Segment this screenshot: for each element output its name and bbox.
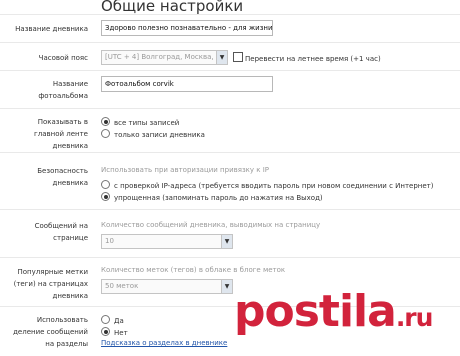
- divider: [0, 152, 460, 153]
- security-option-ip[interactable]: с проверкой IP-адреса (требуется вводить…: [101, 180, 433, 191]
- popular-tags-label-line1: Популярные метки: [17, 268, 88, 276]
- security-label-line2: дневника: [52, 179, 89, 187]
- postila-watermark-logo: postila.ru: [234, 286, 434, 337]
- divider: [0, 70, 460, 71]
- feed-label-line1: Показывать в: [37, 118, 88, 126]
- watermark-main: postila: [234, 286, 397, 337]
- divider: [0, 209, 460, 210]
- diary-name-label: Название дневника: [15, 25, 88, 33]
- popular-tags-hint: Количество меток (тегов) в облаке в блог…: [101, 266, 286, 274]
- page-title: Общие настройки: [101, 0, 244, 15]
- sections-label-line2: деление сообщений: [13, 328, 88, 336]
- timezone-selected-value: [UTC + 4] Волгоград, Москва,: [105, 53, 214, 61]
- timezone-label: Часовой пояс: [38, 54, 88, 62]
- dst-label: Перевести на летнее время (+1 час): [245, 55, 381, 63]
- album-name-label: Название фотоальбома: [0, 78, 88, 102]
- dst-checkbox[interactable]: [233, 52, 243, 62]
- security-option-label: с проверкой IP-адреса (требуется вводить…: [114, 182, 434, 190]
- security-option-simple[interactable]: упрощенная (запоминать пароль до нажатия…: [101, 192, 323, 203]
- sections-option-label: Да: [114, 317, 124, 325]
- album-name-label-line1: Название: [52, 80, 88, 88]
- popular-tags-label-line3: дневника: [52, 292, 89, 300]
- feed-label-line2: главной ленте: [34, 130, 88, 138]
- diary-name-input[interactable]: Здорово полезно познавательно - для жизн…: [101, 20, 273, 36]
- sections-label-line1: Использовать: [36, 316, 88, 324]
- radio-selected-icon[interactable]: [101, 327, 110, 336]
- radio-icon[interactable]: [101, 315, 110, 324]
- sections-help-link[interactable]: Подсказка о разделах в дневнике: [101, 339, 227, 347]
- divider: [0, 257, 460, 258]
- popular-tags-select[interactable]: 50 меток ▼: [101, 279, 233, 294]
- security-label-line1: Безопасность: [37, 167, 88, 175]
- divider: [0, 42, 460, 43]
- sections-option-no[interactable]: Нет: [101, 327, 128, 338]
- posts-per-page-select[interactable]: 10 ▼: [101, 234, 233, 249]
- album-name-input[interactable]: Фотоальбом corvik: [101, 76, 273, 92]
- posts-per-page-selected-value: 10: [105, 237, 114, 245]
- chevron-down-icon: ▼: [221, 235, 232, 248]
- divider: [0, 14, 460, 15]
- posts-per-page-hint: Количество сообщений дневника, выводимых…: [101, 221, 321, 229]
- radio-icon[interactable]: [101, 180, 110, 189]
- chevron-down-icon: ▼: [221, 280, 232, 293]
- posts-per-page-label: Сообщений на странице: [0, 220, 88, 244]
- sections-label-line3: на разделы: [45, 340, 88, 348]
- feed-label-line3: дневника: [52, 142, 89, 150]
- radio-selected-icon[interactable]: [101, 192, 110, 201]
- security-label: Безопасность дневника: [0, 165, 88, 189]
- divider: [0, 108, 460, 109]
- security-option-label: упрощенная (запоминать пароль до нажатия…: [114, 194, 323, 202]
- watermark-suffix: .ru: [395, 303, 434, 332]
- security-hint: Использовать при авторизации привязку к …: [101, 166, 270, 174]
- radio-icon[interactable]: [101, 129, 110, 138]
- sections-option-yes[interactable]: Да: [101, 315, 124, 326]
- posts-per-page-label-line1: Сообщений на: [34, 222, 88, 230]
- popular-tags-selected-value: 50 меток: [105, 282, 139, 290]
- feed-option-all[interactable]: все типы записей: [101, 117, 179, 128]
- sections-label: Использовать деление сообщений на раздел…: [0, 314, 88, 350]
- feed-option-label: все типы записей: [114, 119, 180, 127]
- popular-tags-label-line2: (теги) на страницах: [13, 280, 88, 288]
- popular-tags-label: Популярные метки (теги) на страницах дне…: [0, 266, 88, 302]
- feed-label: Показывать в главной ленте дневника: [0, 116, 88, 152]
- sections-option-label: Нет: [114, 329, 128, 337]
- album-name-label-line2: фотоальбома: [38, 92, 88, 100]
- feed-option-diary[interactable]: только записи дневника: [101, 129, 205, 140]
- feed-option-label: только записи дневника: [114, 131, 205, 139]
- chevron-down-icon: ▼: [216, 51, 227, 64]
- dst-checkbox-row[interactable]: Перевести на летнее время (+1 час): [233, 52, 381, 64]
- posts-per-page-label-line2: странице: [53, 234, 88, 242]
- radio-selected-icon[interactable]: [101, 117, 110, 126]
- timezone-select[interactable]: [UTC + 4] Волгоград, Москва, ▼: [101, 50, 228, 65]
